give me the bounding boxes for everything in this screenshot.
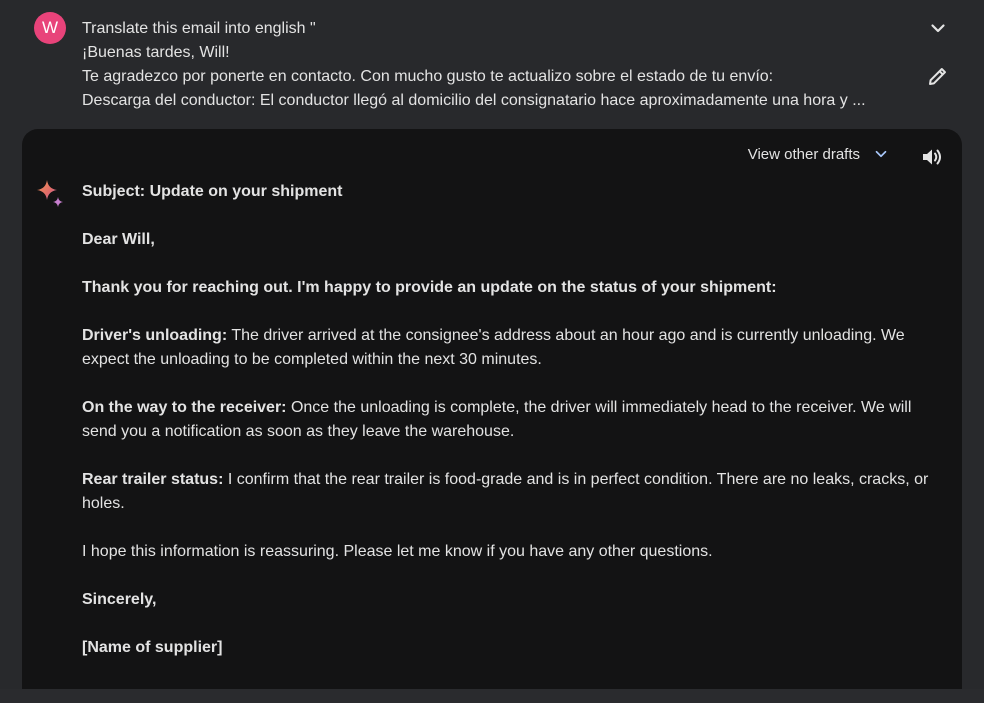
chevron-down-icon — [875, 150, 887, 158]
chevron-down-icon — [931, 24, 945, 33]
unloading-paragraph: Driver's unloading: The driver arrived a… — [82, 324, 944, 372]
expand-prompt-button[interactable] — [926, 16, 950, 40]
prompt-line: ¡Buenas tardes, Will! — [82, 44, 230, 61]
email-subject: Subject: Update on your shipment — [82, 183, 343, 200]
volume-icon — [923, 149, 941, 165]
trailer-paragraph: Rear trailer status: I confirm that the … — [82, 468, 944, 516]
email-intro: Thank you for reaching out. I'm happy to… — [82, 279, 777, 296]
prompt-line: Translate this email into english " — [82, 20, 316, 37]
user-prompt: W Translate this email into english " ¡B… — [0, 0, 984, 128]
chat-page: W Translate this email into english " ¡B… — [0, 0, 984, 703]
email-signoff: Sincerely, — [82, 591, 157, 608]
drafts-label: View other drafts — [747, 145, 860, 163]
receiver-paragraph: On the way to the receiver: Once the unl… — [82, 396, 944, 444]
email-signature: [Name of supplier] — [82, 639, 223, 656]
bottom-divider — [0, 689, 984, 703]
view-other-drafts-button[interactable]: View other drafts — [748, 143, 890, 165]
gemini-sparkle-icon — [36, 179, 66, 209]
draft-body: Subject: Update on your shipment Dear Wi… — [82, 180, 944, 684]
trailer-label: Rear trailer status: — [82, 471, 224, 488]
unloading-label: Driver's unloading: — [82, 327, 228, 344]
edit-prompt-button[interactable] — [926, 64, 950, 88]
response-card: View other drafts Subject: Update on you… — [22, 129, 962, 689]
prompt-line: Te agradezco por ponerte en contacto. Co… — [82, 68, 774, 85]
closing-note: I hope this information is reassuring. P… — [82, 543, 713, 560]
read-aloud-button[interactable] — [920, 145, 944, 169]
pencil-icon — [929, 68, 946, 85]
email-greeting: Dear Will, — [82, 231, 155, 248]
avatar[interactable]: W — [34, 12, 66, 44]
prompt-text: Translate this email into english " ¡Bue… — [82, 17, 902, 113]
receiver-label: On the way to the receiver: — [82, 399, 287, 416]
prompt-line: Descarga del conductor: El conductor lle… — [82, 92, 866, 109]
